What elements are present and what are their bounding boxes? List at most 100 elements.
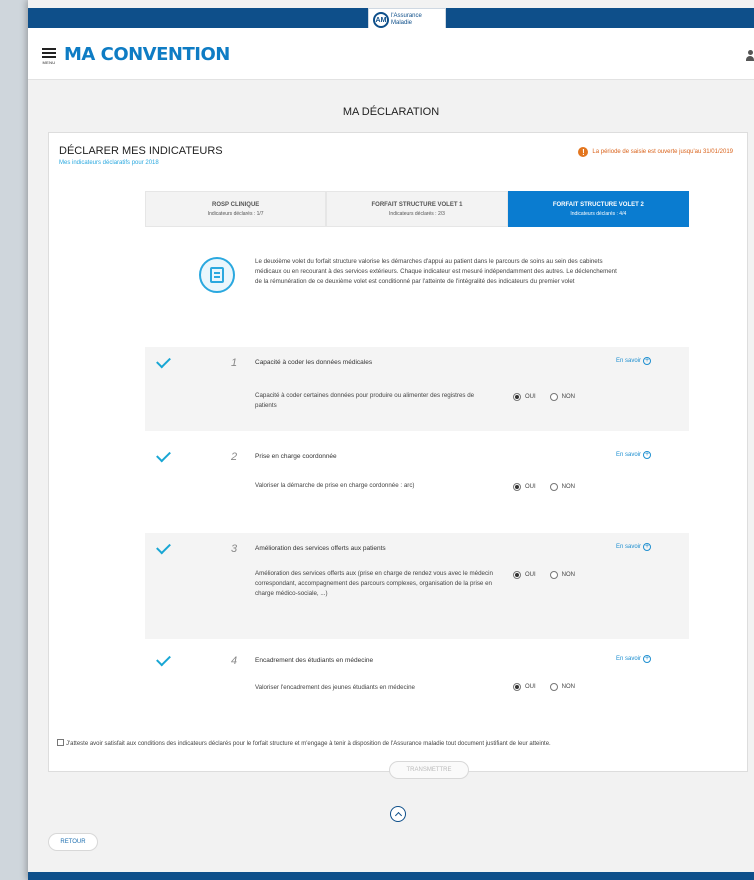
card-header: DÉCLARER MES INDICATEURS Mes indicateurs…: [59, 145, 223, 166]
tabs: ROSP CLINIQUE Indicateurs déclarés : 1/7…: [145, 191, 689, 227]
radio-non[interactable]: NON: [549, 393, 576, 401]
indicator-2: 2 Prise en charge coordonnée En savoir + …: [145, 441, 689, 525]
yes-no-radios: OUI NON: [513, 483, 575, 491]
radio-non[interactable]: NON: [549, 683, 576, 691]
check-icon: [156, 353, 171, 369]
radio-non[interactable]: NON: [549, 571, 576, 579]
attestation: J'atteste avoir satisfait aux conditions…: [57, 739, 745, 749]
menu-label: MENU: [42, 60, 56, 65]
indicator-number: 3: [231, 543, 238, 555]
radio-label: NON: [561, 684, 576, 690]
radio-dot: [549, 683, 558, 691]
intro-text: Le deuxième volet du forfait structure v…: [255, 258, 617, 285]
radio-oui[interactable]: OUI: [513, 483, 536, 491]
learn-more-label: En savoir: [615, 656, 641, 662]
indicator-title: Encadrement des étudiants en médecine: [255, 657, 374, 664]
check-icon: [156, 447, 171, 463]
yes-no-radios: OUI NON: [513, 571, 575, 579]
radio-dot: [549, 393, 558, 401]
page-title: MA DÉCLARATION: [342, 106, 440, 118]
entry-period-notice: ! La période de saisie est ouverte jusqu…: [578, 147, 733, 157]
warning-icon: !: [578, 147, 589, 157]
logo-text: l'Assurance Maladie: [391, 13, 422, 27]
radio-non[interactable]: NON: [549, 483, 576, 491]
indicator-4: 4 Encadrement des étudiants en médecine …: [145, 645, 689, 713]
tab-forfait-volet-1[interactable]: FORFAIT STRUCTURE VOLET 1 Indicateurs dé…: [326, 191, 508, 227]
tab-name: ROSP CLINIQUE: [212, 201, 260, 208]
hamburger-icon: [42, 48, 56, 50]
logo-mark-icon: AM: [373, 12, 389, 28]
tab-count: Indicateurs déclarés : 1/7: [207, 210, 264, 217]
learn-more-link[interactable]: En savoir +: [616, 451, 651, 459]
radio-label: OUI: [525, 394, 536, 400]
radio-oui[interactable]: OUI: [513, 571, 536, 579]
plus-circle-icon: +: [643, 357, 651, 365]
learn-more-link[interactable]: En savoir +: [616, 357, 651, 365]
indicator-description: Capacité à coder certaines données pour …: [255, 392, 475, 409]
radio-label: NON: [561, 572, 576, 578]
plus-circle-icon: +: [643, 655, 651, 663]
radio-dot: [513, 393, 521, 401]
indicator-number: 1: [231, 357, 238, 369]
indicator-title: Capacité à coder les données médicales: [255, 359, 373, 366]
check-icon: [156, 539, 171, 555]
indicator-description: Amélioration des services offerts aux (p…: [255, 570, 493, 597]
logo-line-2: Maladie: [391, 20, 413, 26]
hamburger-icon-bar: [42, 56, 56, 58]
document-edit-icon: [199, 257, 235, 293]
radio-label: OUI: [525, 684, 536, 690]
declaration-card: DÉCLARER MES INDICATEURS Mes indicateurs…: [48, 132, 748, 779]
plus-circle-icon: +: [643, 451, 651, 459]
learn-more-link[interactable]: En savoir +: [616, 543, 651, 551]
radio-dot: [513, 683, 521, 691]
header: MENU MA CONVENTION: [28, 28, 754, 80]
footer-band: [28, 872, 754, 880]
indicator-number: 4: [231, 655, 238, 667]
indicator-title: Prise en charge coordonnée: [255, 453, 337, 460]
attestation-text: J'atteste avoir satisfait aux conditions…: [66, 741, 551, 747]
check-icon: [156, 651, 171, 667]
indicator-title: Amélioration des services offerts aux pa…: [255, 545, 386, 552]
notice-text: La période de saisie est ouverte jusqu'a…: [592, 149, 733, 155]
radio-dot: [549, 571, 558, 579]
indicator-1: 1 Capacité à coder les données médicales…: [145, 347, 689, 431]
radio-label: OUI: [525, 484, 536, 490]
indicator-description: Valoriser la démarche de prise en charge…: [255, 482, 415, 489]
indicator-3: 3 Amélioration des services offerts aux …: [145, 533, 689, 639]
radio-dot: [549, 483, 558, 491]
intro: Le deuxième volet du forfait structure v…: [199, 257, 619, 293]
yes-no-radios: OUI NON: [513, 683, 575, 691]
learn-more-label: En savoir: [615, 358, 641, 364]
tab-name: FORFAIT STRUCTURE VOLET 2: [552, 201, 644, 208]
learn-more-label: En savoir: [615, 452, 641, 458]
logo-line-1: l'Assurance: [391, 13, 422, 19]
learn-more-label: En savoir: [615, 544, 641, 550]
card-title: DÉCLARER MES INDICATEURS: [59, 145, 223, 157]
radio-oui[interactable]: OUI: [513, 683, 536, 691]
user-icon[interactable]: [746, 50, 754, 61]
plus-circle-icon: +: [643, 543, 651, 551]
attestation-checkbox[interactable]: [57, 739, 64, 746]
tab-forfait-volet-2[interactable]: FORFAIT STRUCTURE VOLET 2 Indicateurs dé…: [507, 191, 689, 227]
scroll-top-button[interactable]: [390, 806, 406, 822]
card-subtitle-link[interactable]: Mes indicateurs déclaratifs pour 2018: [59, 160, 223, 166]
radio-oui[interactable]: OUI: [513, 393, 536, 401]
tab-rosp-clinique[interactable]: ROSP CLINIQUE Indicateurs déclarés : 1/7: [145, 191, 327, 227]
back-button[interactable]: RETOUR: [48, 833, 98, 851]
radio-label: OUI: [525, 572, 536, 578]
menu-button[interactable]: MENU: [42, 48, 56, 65]
tab-count: Indicateurs déclarés : 4/4: [570, 210, 627, 217]
hamburger-icon-bar: [42, 52, 56, 54]
indicator-description: Valoriser l'encadrement des jeunes étudi…: [255, 684, 415, 691]
app-frame: AM l'Assurance Maladie MENU MA CONVENTIO…: [28, 0, 754, 880]
radio-dot: [513, 483, 521, 491]
transmit-button[interactable]: TRANSMETTRE: [389, 761, 469, 779]
tab-name: FORFAIT STRUCTURE VOLET 1: [371, 201, 463, 208]
radio-label: NON: [561, 484, 576, 490]
chevron-up-icon: [394, 811, 402, 820]
tab-count: Indicateurs déclarés : 2/3: [389, 210, 445, 217]
app-title: MA CONVENTION: [64, 44, 230, 65]
yes-no-radios: OUI NON: [513, 393, 575, 401]
radio-label: NON: [561, 394, 576, 400]
learn-more-link[interactable]: En savoir +: [616, 655, 651, 663]
